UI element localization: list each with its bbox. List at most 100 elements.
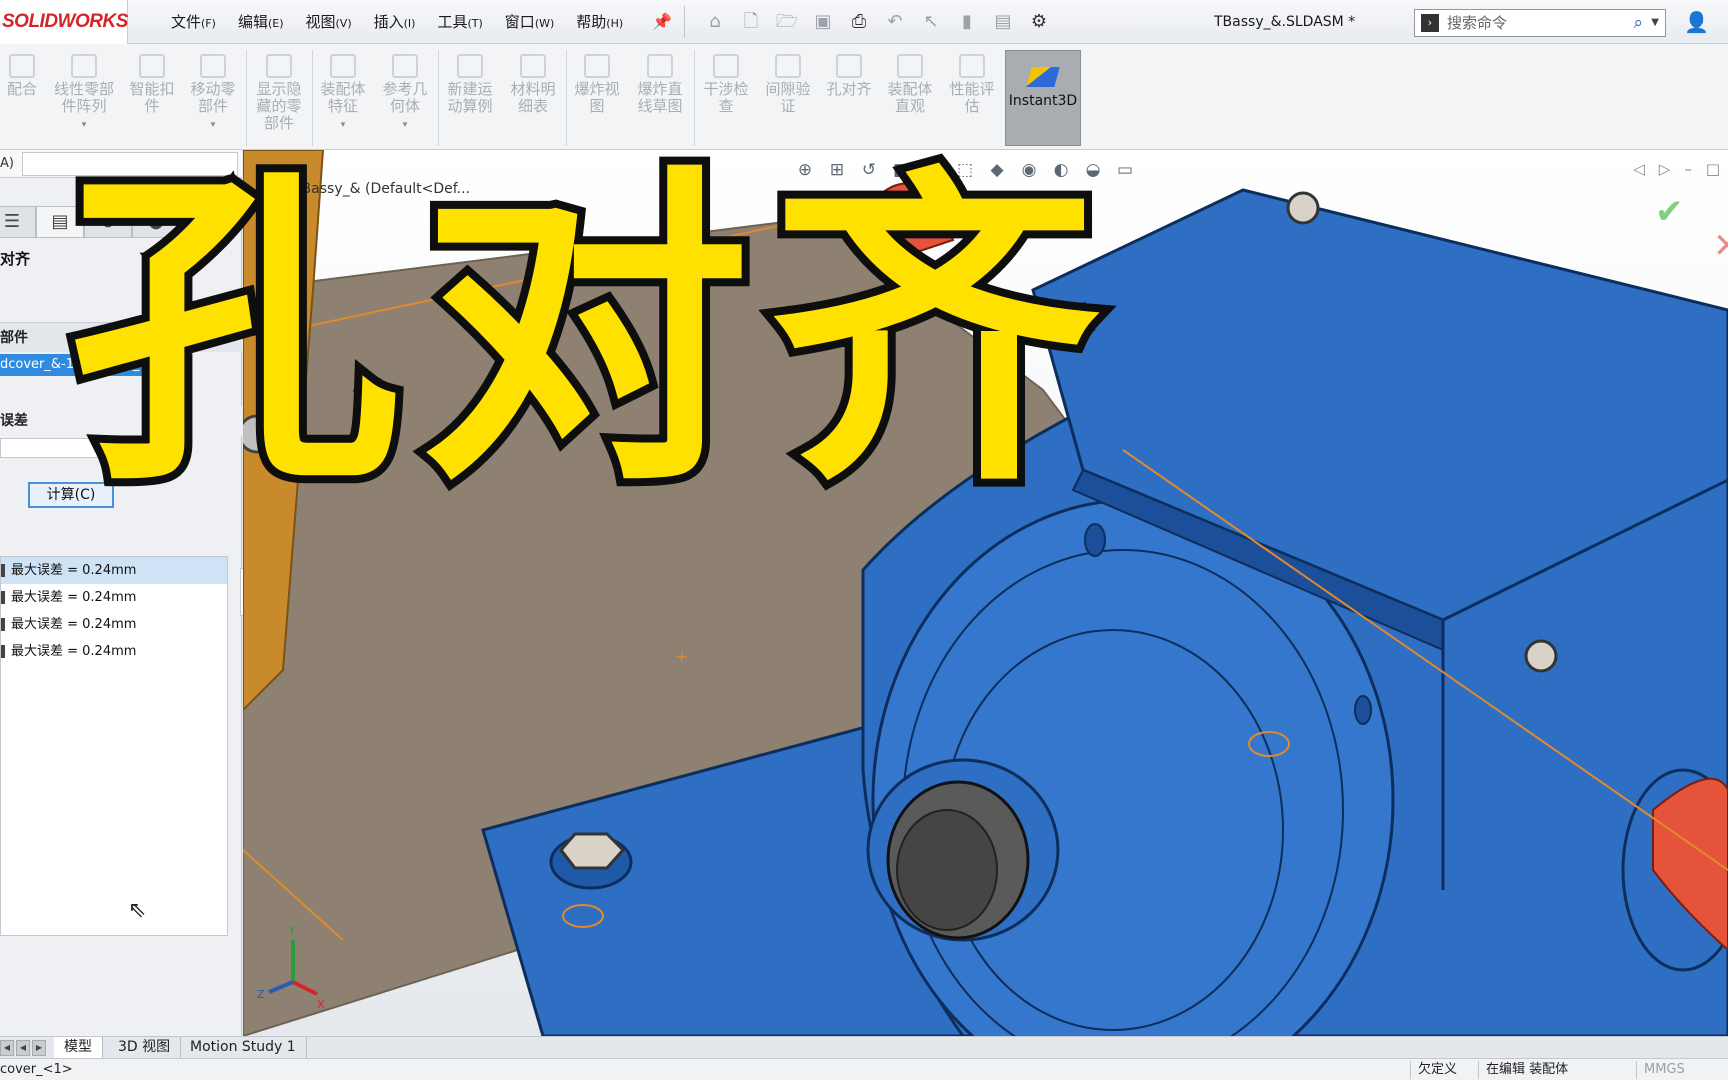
hole-alignment-icon (836, 54, 862, 78)
maximize-icon[interactable]: □ (1706, 160, 1720, 178)
open-folder-icon[interactable]: 🗁 (772, 8, 802, 36)
property-manager-title: 对齐 (0, 250, 31, 268)
command-manager-ribbon: 配合 线性零部件阵列 ▾ 智能扣件 移动零部件 ▾ 显示隐藏的零部件 装配体特征 ▾ … (0, 44, 1728, 150)
svg-text:Y: Y (288, 924, 296, 937)
status-edit-mode: 在编辑 装配体 (1486, 1062, 1569, 1077)
title-bar: SOLIDWORKS 文件(F) 编辑(E) 视图(V) 插入(I) 工具(T)… (0, 0, 1728, 44)
command-prompt-icon: › (1421, 14, 1439, 32)
new-motion-study-button[interactable]: 新建运动算例 (442, 54, 498, 146)
save-icon[interactable]: ▣ (808, 8, 838, 36)
search-commands-input[interactable]: › 搜索命令 ⌕ ▼ (1414, 9, 1666, 37)
explode-line-sketch-button[interactable]: 爆炸直线草图 (632, 54, 688, 146)
cover-screw[interactable] (1524, 639, 1558, 673)
clearance-icon (775, 54, 801, 78)
mate-button[interactable]: 配合 (2, 54, 42, 146)
interference-icon (713, 54, 739, 78)
ribbon-divider (566, 50, 567, 146)
next-tab-arrow-icon[interactable]: ▶ (32, 1040, 46, 1056)
ribbon-divider (694, 50, 695, 146)
ribbon-divider (438, 50, 439, 146)
search-icon[interactable]: ⌕ (1633, 10, 1643, 36)
move-component-icon (200, 54, 226, 78)
collapse-left-icon[interactable]: ◁ (1633, 160, 1645, 178)
file-properties-icon[interactable]: ▤ (988, 8, 1018, 36)
filter-label: A) (0, 156, 14, 171)
status-divider (1410, 1061, 1411, 1079)
show-hidden-components-button[interactable]: 显示隐藏的零部件 (252, 54, 306, 146)
bottom-tab-bar: ◀ ◀ ▶ 模型 3D 视图 Motion Study 1 (0, 1036, 1728, 1059)
results-list: 最大误差 = 0.24mm 最大误差 = 0.24mm 最大误差 = 0.24m… (0, 556, 228, 936)
instant3d-icon (1026, 67, 1060, 87)
document-title: TBassy_&.SLDASM * (1214, 14, 1356, 30)
options-gear-icon[interactable]: ⚙ (1024, 8, 1054, 36)
reference-geometry-button[interactable]: 参考几何体 ▾ (378, 54, 432, 146)
move-component-button[interactable]: 移动零部件 ▾ (186, 54, 240, 146)
clearance-verification-button[interactable]: 间隙验证 (760, 54, 816, 146)
user-account-icon[interactable]: 👤 (1684, 10, 1709, 34)
undo-icon[interactable]: ↶ (880, 8, 910, 36)
rebuild-icon[interactable]: ▮ (952, 8, 982, 36)
select-arrow-icon[interactable]: ↖ (916, 8, 946, 36)
unit-system[interactable]: MMGS (1644, 1059, 1685, 1080)
print-icon[interactable]: ⎙ (844, 8, 874, 36)
assembly-features-icon (330, 54, 356, 78)
menu-tools[interactable]: 工具(T) (426, 0, 493, 44)
bill-of-materials-button[interactable]: 材料明细表 (506, 54, 560, 146)
mouse-cursor-icon: ⇖ (128, 898, 147, 923)
quick-access-toolbar: ⌂ 🗋 🗁 ▣ ⎙ ↶ ↖ ▮ ▤ ⚙ (700, 8, 1054, 36)
chevron-down-icon[interactable]: ▼ (1651, 10, 1659, 36)
home-icon[interactable]: ⌂ (700, 8, 730, 36)
menu-window[interactable]: 窗口(W) (494, 0, 565, 44)
feature-manager-tab-icon[interactable]: ☰ (0, 206, 36, 238)
result-row[interactable]: 最大误差 = 0.24mm (1, 557, 227, 584)
collapse-right-icon[interactable]: ▷ (1659, 160, 1671, 178)
instant3d-button[interactable]: Instant3D (1005, 50, 1081, 146)
assembly-features-button[interactable]: 装配体特征 ▾ (316, 54, 370, 146)
new-document-icon[interactable]: 🗋 (736, 8, 766, 36)
menu-bar: 文件(F) 编辑(E) 视图(V) 插入(I) 工具(T) 窗口(W) 帮助(H… (160, 0, 634, 44)
reference-triad: Y Z X (257, 924, 325, 1011)
svg-text:Z: Z (257, 988, 265, 1001)
ribbon-divider (312, 50, 313, 146)
cancel-x-icon[interactable]: ✕ (1713, 226, 1728, 266)
menu-insert[interactable]: 插入(I) (363, 0, 427, 44)
motion-study-icon (457, 54, 483, 78)
linear-pattern-button[interactable]: 线性零部件阵列 ▾ (48, 54, 120, 146)
interference-detection-button[interactable]: 干涉检查 (698, 54, 754, 146)
cover-screw[interactable] (1286, 191, 1320, 225)
viewport-window-controls: ◁ ▷ – □ (1633, 160, 1720, 178)
tab-motion-study[interactable]: Motion Study 1 (180, 1037, 307, 1059)
menu-view[interactable]: 视图(V) (295, 0, 363, 44)
hole-alignment-button[interactable]: 孔对齐 (822, 54, 876, 146)
assemblyxpert-button[interactable]: 装配体直观 (882, 54, 938, 146)
result-row[interactable]: 最大误差 = 0.24mm (1, 611, 227, 638)
confirm-check-icon[interactable]: ✔ (1655, 192, 1684, 232)
menu-help[interactable]: 帮助(H) (565, 0, 634, 44)
pin-icon[interactable]: 📌 (652, 12, 672, 31)
tab-model[interactable]: 模型 (54, 1037, 103, 1059)
menu-file[interactable]: 文件(F) (160, 0, 227, 44)
ribbon-divider (246, 50, 247, 146)
menu-edit[interactable]: 编辑(E) (227, 0, 295, 44)
tab-3d-views[interactable]: 3D 视图 (108, 1037, 182, 1059)
result-row[interactable]: 最大误差 = 0.24mm (1, 638, 227, 665)
assemblyxpert-icon (897, 54, 923, 78)
status-divider (1478, 1061, 1479, 1079)
reference-geometry-icon (392, 54, 418, 78)
status-divider (1636, 1061, 1637, 1079)
smart-fasteners-button[interactable]: 智能扣件 (126, 54, 178, 146)
result-row[interactable]: 最大误差 = 0.24mm (1, 584, 227, 611)
first-tab-arrow-icon[interactable]: ◀ (0, 1040, 14, 1056)
prev-tab-arrow-icon[interactable]: ◀ (16, 1040, 30, 1056)
minimize-icon[interactable]: – (1684, 160, 1692, 178)
performance-icon (959, 54, 985, 78)
status-definition: 欠定义 (1418, 1062, 1458, 1077)
svg-text:+: + (675, 647, 688, 666)
mate-icon (9, 54, 35, 78)
exploded-view-button[interactable]: 爆炸视图 (570, 54, 624, 146)
solidworks-logo[interactable]: SOLIDWORKS (0, 0, 128, 44)
performance-evaluation-button[interactable]: 性能评估 (944, 54, 1000, 146)
toolbar-divider (684, 6, 685, 38)
smart-fasteners-icon (139, 54, 165, 78)
show-hidden-icon (266, 54, 292, 78)
